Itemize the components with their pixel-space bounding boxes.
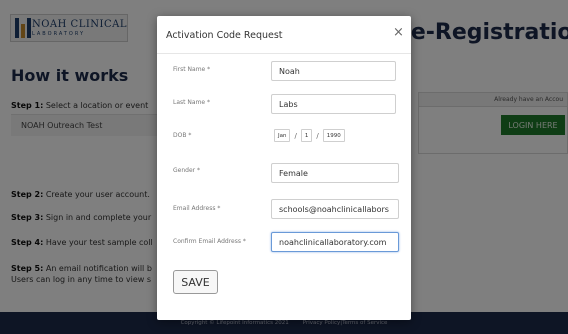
dob-separator: /	[316, 131, 319, 140]
modal-header: Activation Code Request ×	[157, 16, 411, 54]
dob-field: Jan / 1 / 1990	[274, 129, 345, 142]
last-name-input[interactable]: Labs	[271, 94, 396, 114]
close-icon[interactable]: ×	[393, 26, 404, 39]
confirm-email-input[interactable]: noahclinicallaboratory.com	[271, 232, 399, 252]
dob-month-select[interactable]: Jan	[274, 129, 291, 142]
first-name-label: First Name *	[173, 66, 211, 73]
gender-select[interactable]: Female	[271, 163, 399, 183]
first-name-input[interactable]: Noah	[271, 61, 396, 81]
dob-year-select[interactable]: 1990	[322, 129, 345, 142]
modal-title: Activation Code Request	[166, 30, 283, 41]
gender-label: Gender *	[173, 167, 201, 174]
confirm-email-label: Confirm Email Address *	[173, 238, 246, 245]
last-name-label: Last Name *	[173, 99, 211, 106]
dob-separator: /	[294, 131, 297, 140]
dob-day-select[interactable]: 1	[300, 129, 313, 142]
save-button[interactable]: SAVE	[173, 270, 218, 294]
email-label: Email Address *	[173, 205, 221, 212]
activation-code-modal: Activation Code Request × First Name * N…	[157, 16, 411, 320]
email-input[interactable]: schools@noahclinicallabors	[271, 199, 399, 219]
dob-label: DOB *	[173, 132, 192, 139]
